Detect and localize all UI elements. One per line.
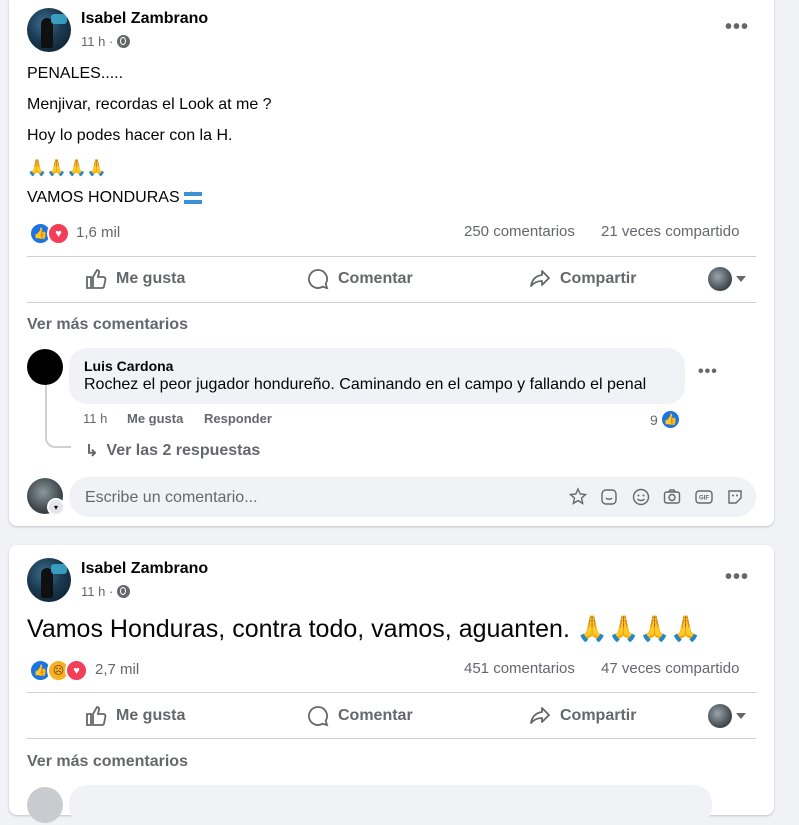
audience-avatar[interactable]	[708, 704, 732, 728]
reactions-summary[interactable]: 👍 ☹ ♥	[29, 659, 88, 682]
reactions-summary[interactable]: 👍 ♥	[29, 222, 70, 245]
praying-hands-emoji: 🙏🙏🙏🙏	[576, 615, 702, 643]
author-name[interactable]: Isabel Zambrano	[81, 10, 208, 28]
honduras-flag-icon	[183, 189, 202, 204]
comment-input[interactable]	[83, 477, 487, 519]
view-replies-label: Ver las 2 respuestas	[106, 442, 261, 459]
love-reaction-icon: ♥	[47, 222, 70, 245]
see-more-comments-link[interactable]: Ver más comentarios	[27, 753, 188, 771]
comment-button[interactable]: Comentar	[306, 704, 413, 728]
globe-icon	[117, 585, 131, 598]
more-options-icon[interactable]: •••	[725, 16, 749, 39]
share-label: Compartir	[560, 270, 637, 287]
commenter-avatar[interactable]	[27, 787, 63, 823]
post-meta: 11 h ·	[81, 34, 131, 49]
comment-label: Comentar	[338, 707, 413, 724]
see-more-comments-link[interactable]: Ver más comentarios	[27, 316, 188, 334]
comment-reply-button[interactable]: Responder	[204, 411, 272, 426]
shares-count[interactable]: 21 veces compartido	[601, 223, 739, 240]
like-button[interactable]: Me gusta	[84, 267, 185, 291]
comment-label: Comentar	[338, 270, 413, 287]
post-text-line: Menjivar, recordas el Look at me ?	[27, 96, 272, 113]
thumbs-up-icon	[86, 269, 107, 289]
post-card: Isabel Zambrano 11 h · ••• Vamos Hondura…	[9, 545, 774, 825]
reply-arrow-icon: ↳	[85, 443, 99, 460]
comment-time[interactable]: 11 h	[83, 411, 107, 426]
view-replies-link[interactable]: ↳ Ver las 2 respuestas	[85, 441, 260, 461]
reaction-count[interactable]: 2,7 mil	[95, 661, 139, 678]
like-button[interactable]: Me gusta	[84, 704, 185, 728]
comments-count[interactable]: 250 comentarios	[464, 223, 575, 240]
thread-line	[45, 385, 71, 448]
author-name[interactable]: Isabel Zambrano	[81, 560, 208, 578]
author-avatar[interactable]	[27, 558, 71, 602]
share-button[interactable]: Compartir	[528, 267, 636, 291]
author-avatar[interactable]	[27, 8, 71, 52]
post-card: Isabel Zambrano 11 h · ••• PENALES..... …	[9, 0, 774, 526]
post-text-line: Hoy lo podes hacer con la H.	[27, 127, 233, 144]
comment-like-button[interactable]: Me gusta	[127, 411, 183, 426]
share-label: Compartir	[560, 707, 637, 724]
comment-text: Rochez el peor jugador hondureño. Camina…	[84, 376, 647, 393]
comment-bubble	[69, 785, 712, 825]
divider	[27, 256, 756, 257]
divider	[27, 692, 756, 693]
comments-count[interactable]: 451 comentarios	[464, 660, 575, 677]
chevron-down-icon: ▾	[47, 498, 65, 516]
gif-icon[interactable]: GIF	[694, 487, 714, 507]
reaction-count[interactable]: 1,6 mil	[76, 224, 120, 241]
post-time[interactable]: 11 h ·	[81, 34, 113, 49]
comment-like-number: 9	[650, 411, 658, 428]
post-text-main: Vamos Honduras, contra todo, vamos, agua…	[27, 615, 570, 643]
shares-count[interactable]: 47 veces compartido	[601, 660, 739, 677]
share-arrow-icon	[530, 270, 550, 287]
post-text-vamos: VAMOS HONDURAS	[27, 189, 180, 206]
post-meta: 11 h ·	[81, 584, 131, 599]
comment-bubble-icon	[308, 269, 329, 290]
thumbs-up-icon	[86, 706, 107, 726]
sticker-face-icon[interactable]	[725, 487, 745, 507]
avatar-sticker-icon[interactable]	[568, 487, 588, 507]
share-button[interactable]: Compartir	[528, 704, 636, 728]
like-label: Me gusta	[116, 270, 186, 287]
like-label: Me gusta	[116, 707, 186, 724]
post-text-line: PENALES.....	[27, 65, 124, 82]
audience-avatar[interactable]	[708, 267, 732, 291]
comment-input-box[interactable]	[69, 477, 756, 519]
chevron-down-icon[interactable]	[736, 713, 746, 719]
like-reaction-icon: 👍	[659, 409, 681, 430]
camera-icon[interactable]	[662, 487, 682, 507]
divider	[27, 302, 756, 303]
love-reaction-icon: ♥	[65, 659, 88, 682]
svg-text:GIF: GIF	[699, 496, 709, 502]
share-arrow-icon	[530, 707, 550, 724]
praying-hands-emoji: 🙏🙏🙏🙏	[27, 160, 107, 177]
commenter-avatar[interactable]	[27, 349, 63, 385]
chevron-down-icon[interactable]	[736, 276, 746, 282]
divider	[27, 738, 756, 739]
comment-like-count[interactable]: 9 👍	[650, 409, 681, 430]
comment-bubble-icon	[308, 706, 329, 727]
emoji-icon[interactable]	[631, 487, 651, 507]
post-text: Vamos Honduras, contra todo, vamos, agua…	[27, 615, 701, 644]
sticker-icon[interactable]	[599, 487, 619, 507]
commenter-name[interactable]: Luis Cardona	[84, 358, 173, 374]
current-user-avatar[interactable]: ▾	[27, 478, 65, 516]
post-text-line: VAMOS HONDURAS	[27, 189, 202, 207]
comment-button[interactable]: Comentar	[306, 267, 413, 291]
globe-icon	[117, 35, 131, 48]
more-options-icon[interactable]: •••	[725, 566, 749, 589]
comment-options-icon[interactable]: •••	[698, 363, 718, 381]
post-time[interactable]: 11 h ·	[81, 584, 113, 599]
